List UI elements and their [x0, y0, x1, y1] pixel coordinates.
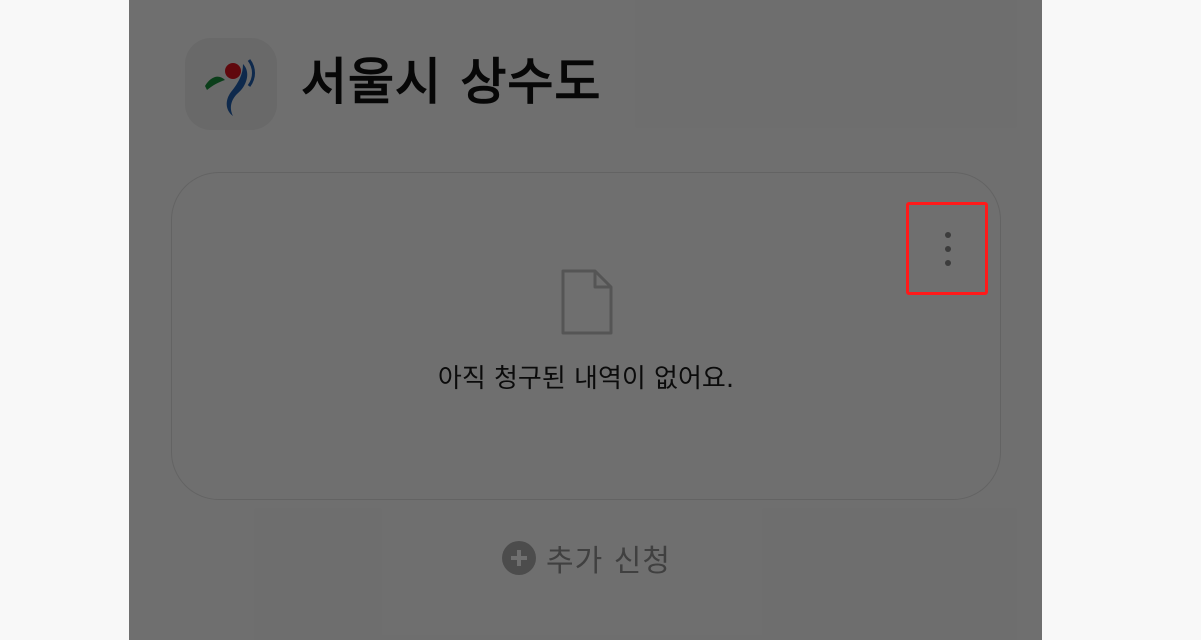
app-screen: 서울시 상수도 아직 청구된 내역이 없어요. 추가 신청 [129, 0, 1042, 640]
right-margin [1042, 0, 1201, 640]
empty-state-message: 아직 청구된 내역이 없어요. [437, 364, 735, 394]
screen: 서울시 상수도 아직 청구된 내역이 없어요. 추가 신청 [0, 0, 1201, 640]
left-margin [0, 0, 129, 640]
add-request-button[interactable]: 추가 신청 [502, 536, 671, 580]
add-request-label: 추가 신청 [546, 544, 671, 579]
document-icon [559, 267, 615, 337]
page-title: 서울시 상수도 [301, 53, 602, 111]
plus-circle-icon [502, 541, 536, 575]
more-options-button[interactable] [906, 202, 988, 295]
more-vertical-icon [909, 205, 985, 292]
bill-card: 아직 청구된 내역이 없어요. [171, 172, 1001, 500]
seoul-city-logo-icon [185, 38, 277, 130]
